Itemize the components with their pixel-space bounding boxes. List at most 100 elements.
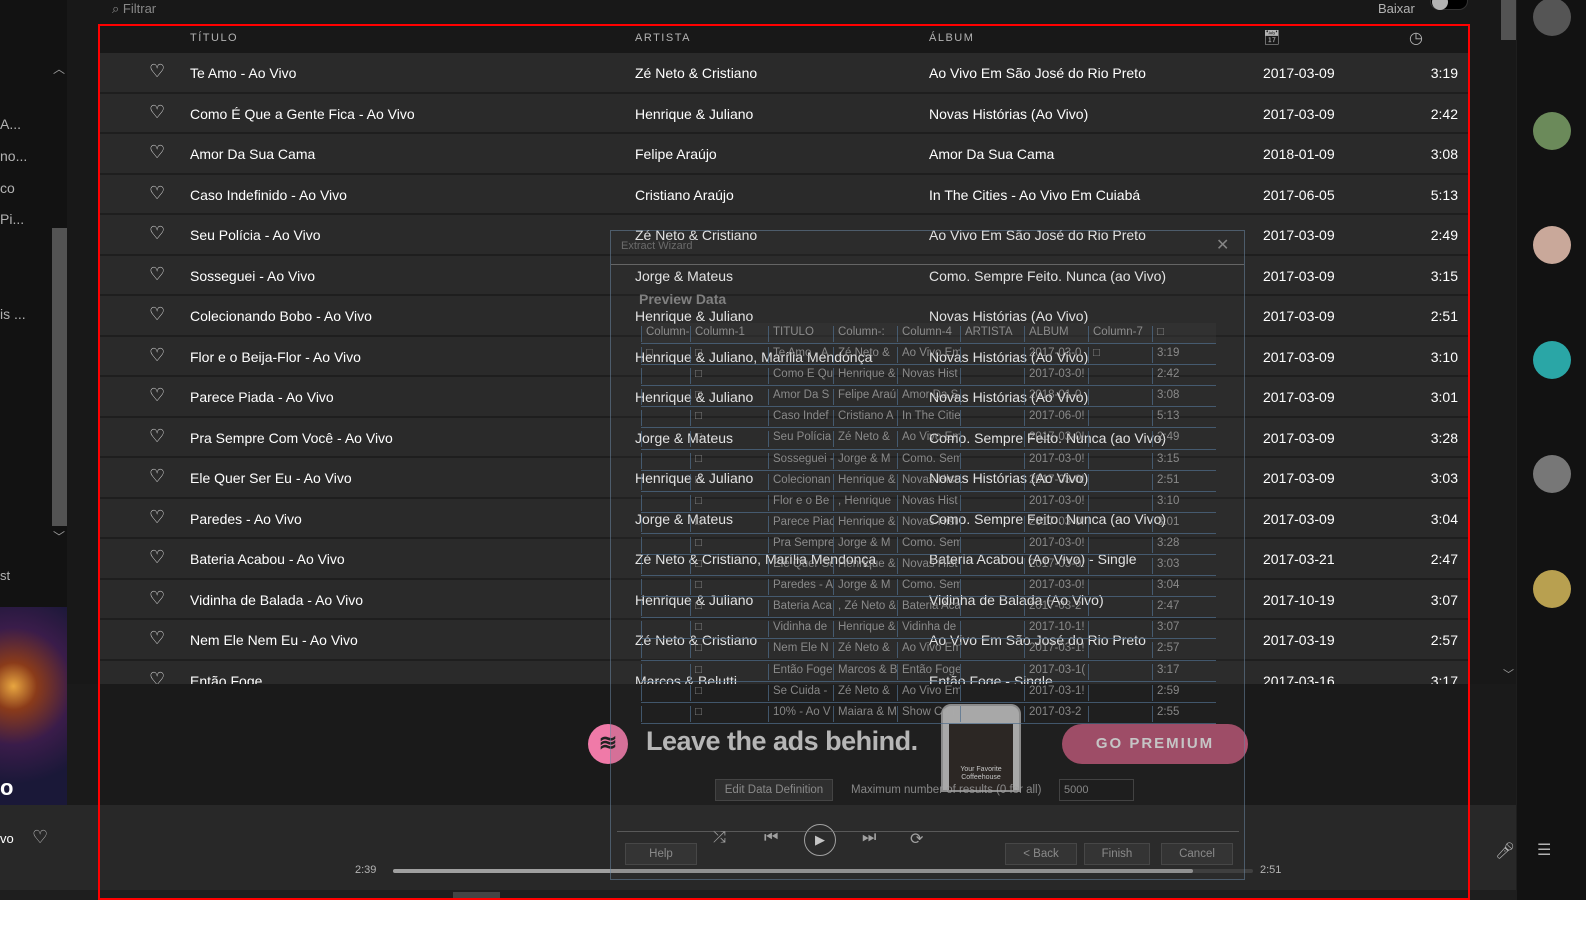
track-row[interactable]: ♡ Caso Indefinido - Ao Vivo Cristiano Araú… — [98, 174, 1468, 215]
main-scrollbar[interactable] — [1501, 0, 1516, 40]
sidebar-playlist-item[interactable]: no... — [0, 148, 27, 164]
column-album[interactable]: ÁLBUM — [929, 32, 974, 44]
track-title[interactable]: Pra Sempre Com Você - Ao Vivo — [190, 430, 393, 446]
avatar[interactable] — [1533, 341, 1571, 379]
microphone-icon[interactable]: 🎤︎ — [1495, 841, 1515, 861]
now-playing-title[interactable]: vo — [0, 831, 14, 846]
track-title[interactable]: Caso Indefinido - Ao Vivo — [190, 187, 347, 203]
heart-icon[interactable]: ♡ — [149, 426, 165, 447]
preview-row: □ Como É Qu Henrique & Novas Hist 2017-03-0!… — [641, 365, 1216, 387]
scroll-down-icon[interactable]: ﹀ — [1503, 666, 1514, 682]
preview-cell: Bateria Aca — [768, 600, 833, 617]
heart-icon[interactable]: ♡ — [149, 466, 165, 487]
track-title[interactable]: Amor Da Sua Cama — [190, 146, 315, 162]
preview-cell: 3:01 — [1152, 515, 1216, 532]
avatar[interactable] — [1533, 112, 1571, 150]
heart-icon[interactable]: ♡ — [149, 547, 165, 568]
heart-icon[interactable]: ♡ — [149, 102, 165, 123]
track-album[interactable]: Amor Da Sua Cama — [929, 146, 1054, 162]
preview-cell — [1088, 684, 1152, 701]
filter-input[interactable]: ⌕ Filtrar — [112, 1, 156, 16]
back-button[interactable]: < Back — [1005, 843, 1077, 865]
max-results-input[interactable]: 5000 — [1059, 779, 1134, 801]
preview-cell: 3:08 — [1152, 389, 1216, 406]
sidebar-playlist-item[interactable]: co — [0, 180, 15, 196]
track-title[interactable]: Nem Ele Nem Eu - Ao Vivo — [190, 632, 358, 648]
preview-cell — [960, 431, 1024, 448]
track-row[interactable]: ♡ Amor Da Sua Cama Felipe Araújo Amor Da Su… — [98, 134, 1468, 175]
track-duration: 3:10 — [1430, 348, 1458, 365]
download-toggle[interactable] — [1430, 0, 1468, 10]
scrollbar-thumb[interactable] — [453, 892, 500, 898]
preview-cell: 2:59 — [1152, 684, 1216, 701]
track-album[interactable]: In The Cities - Ao Vivo Em Cuiabá — [929, 187, 1140, 203]
track-album[interactable]: Novas Histórias (Ao Vivo) — [929, 106, 1088, 122]
preview-cell — [1088, 452, 1152, 469]
finish-button[interactable]: Finish — [1084, 843, 1150, 865]
track-title[interactable]: Parece Piada - Ao Vivo — [190, 389, 334, 405]
preview-cell: 3:28 — [1152, 536, 1216, 553]
heart-icon[interactable]: ♡ — [32, 827, 48, 848]
heart-icon[interactable]: ♡ — [149, 507, 165, 528]
heart-icon[interactable]: ♡ — [149, 264, 165, 285]
edit-data-definition-button[interactable]: Edit Data Definition — [715, 779, 833, 801]
track-artist[interactable]: Henrique & Juliano — [635, 106, 753, 122]
scrollbar-thumb[interactable] — [52, 228, 67, 526]
calendar-icon[interactable]: 📅︎ — [1263, 29, 1282, 46]
heart-icon[interactable]: ♡ — [149, 385, 165, 406]
avatar[interactable] — [1533, 0, 1571, 36]
track-title[interactable]: Flor e o Beija-Flor - Ao Vivo — [190, 349, 361, 365]
avatar[interactable] — [1533, 570, 1571, 608]
preview-cell: □ — [690, 663, 768, 680]
preview-cell: In The Citie — [897, 410, 960, 427]
preview-cell: Caso Indef — [768, 410, 833, 427]
avatar[interactable] — [1533, 455, 1571, 493]
heart-icon[interactable]: ♡ — [149, 345, 165, 366]
column-artist[interactable]: ARTISTA — [635, 32, 691, 44]
avatar[interactable] — [1533, 226, 1571, 264]
track-row[interactable]: ♡ Te Amo - Ao Vivo Zé Neto & Cristiano Ao V… — [98, 53, 1468, 94]
track-title[interactable]: Sosseguei - Ao Vivo — [190, 268, 315, 284]
sidebar-scrollbar[interactable] — [52, 60, 67, 540]
track-row[interactable]: ♡ Como É Que a Gente Fica - Ao Vivo Henriq… — [98, 93, 1468, 134]
heart-icon[interactable]: ♡ — [149, 61, 165, 82]
track-title[interactable]: Seu Polícia - Ao Vivo — [190, 227, 320, 243]
sidebar-new-playlist[interactable]: st — [0, 568, 10, 583]
heart-icon[interactable]: ♡ — [149, 223, 165, 244]
sidebar-playlist-item[interactable]: Pi... — [0, 211, 24, 227]
track-album[interactable]: Ao Vivo Em São José do Rio Preto — [929, 65, 1146, 81]
track-title[interactable]: Então Foge — [190, 673, 262, 685]
preview-cell: 3:17 — [1152, 663, 1216, 680]
track-artist[interactable]: Felipe Araújo — [635, 146, 717, 162]
heart-icon[interactable]: ♡ — [149, 628, 165, 649]
clock-icon[interactable]: ◷ — [1409, 28, 1424, 48]
track-duration: 3:15 — [1430, 267, 1458, 284]
preview-cell — [1088, 410, 1152, 427]
help-button[interactable]: Help — [625, 843, 697, 865]
heart-icon[interactable]: ♡ — [149, 142, 165, 163]
heart-icon[interactable]: ♡ — [149, 304, 165, 325]
track-artist[interactable]: Zé Neto & Cristiano — [635, 65, 757, 81]
heart-icon[interactable]: ♡ — [149, 183, 165, 204]
preview-cell: 5:13 — [1152, 410, 1216, 427]
column-title[interactable]: TÍTULO — [190, 32, 238, 44]
heart-icon[interactable]: ♡ — [149, 588, 165, 609]
preview-row: □ Bateria Aca, Zé Neto & Bateria Aca 2017-0… — [641, 597, 1216, 619]
queue-icon[interactable]: ☰ — [1537, 840, 1551, 860]
sidebar-playlist-item[interactable]: is ... — [0, 306, 26, 322]
preview-cell: 3:15 — [1152, 452, 1216, 469]
close-icon[interactable]: ✕ — [1216, 235, 1229, 255]
track-title[interactable]: Te Amo - Ao Vivo — [190, 65, 296, 81]
cancel-button[interactable]: Cancel — [1161, 843, 1233, 865]
track-artist[interactable]: Cristiano Araújo — [635, 187, 734, 203]
track-title[interactable]: Ele Quer Ser Eu - Ao Vivo — [190, 470, 352, 486]
track-title[interactable]: Colecionando Bobo - Ao Vivo — [190, 308, 372, 324]
heart-icon[interactable]: ♡ — [149, 669, 165, 685]
scroll-down-icon[interactable]: ﹀ — [53, 528, 65, 545]
track-title[interactable]: Bateria Acabou - Ao Vivo — [190, 551, 345, 567]
track-title[interactable]: Vidinha de Balada - Ao Vivo — [190, 592, 363, 608]
track-title[interactable]: Como É Que a Gente Fica - Ao Vivo — [190, 106, 415, 122]
sidebar-playlist-item[interactable]: A... — [0, 116, 21, 132]
track-title[interactable]: Paredes - Ao Vivo — [190, 511, 302, 527]
horizontal-scrollbar[interactable] — [0, 890, 1516, 900]
